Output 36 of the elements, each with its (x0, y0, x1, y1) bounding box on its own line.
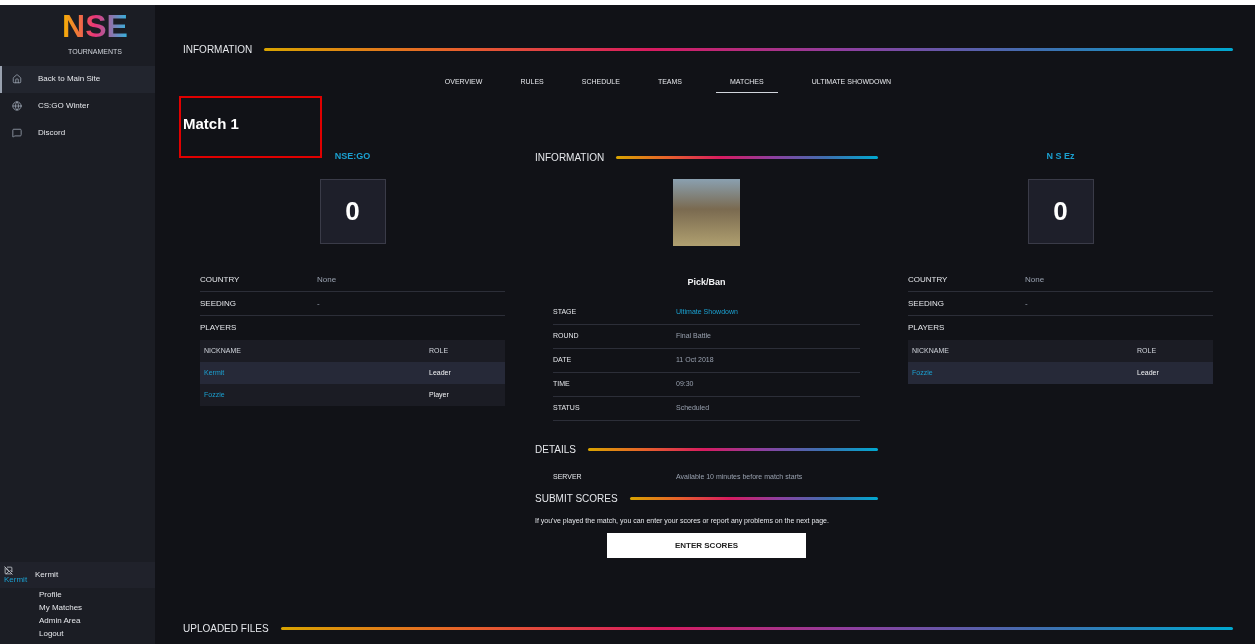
detail-value: None (317, 273, 337, 286)
score-box: 0 (319, 179, 386, 244)
match-title: Match 1 (183, 114, 239, 135)
nav-icon (12, 128, 22, 138)
section-heading: UPLOADED FILES (183, 622, 269, 636)
team-name[interactable]: NSE:GO (334, 149, 371, 163)
section-heading: INFORMATION (183, 43, 253, 57)
nav-icon (12, 101, 22, 111)
detail-label: COUNTRY (908, 273, 949, 286)
detail-value: - (1025, 297, 1028, 310)
detail-value: - (317, 297, 320, 310)
map-photo-placeholder (673, 178, 740, 246)
avatar-alt-text: Kermit (4, 575, 28, 584)
enter-scores-button[interactable]: ENTER SCORES (607, 533, 806, 558)
map-caption: Pick/Ban (687, 275, 726, 289)
broken-image-icon (4, 566, 13, 575)
team-name[interactable]: N S Ez (1046, 149, 1075, 163)
section-heading: DETAILS (535, 443, 576, 457)
nav-item[interactable]: Discord (0, 119, 155, 147)
user-menu-link[interactable]: Profile (39, 588, 62, 601)
user-menu-link[interactable]: Admin Area (39, 614, 81, 627)
nav-item[interactable]: CS:GO Winter (0, 92, 155, 120)
detail-label: SEEDING (908, 297, 945, 310)
nav-item[interactable]: Back to Main Site (0, 65, 155, 93)
user-menu-link[interactable]: Logout (39, 627, 64, 640)
detail-value: None (1025, 273, 1045, 286)
detail-label: COUNTRY (200, 273, 241, 286)
players-label: PLAYERS (200, 322, 237, 334)
user-name[interactable]: Kermit (35, 569, 59, 581)
detail-label: SEEDING (200, 297, 237, 310)
nav-icon (12, 74, 22, 84)
players-label: PLAYERS (908, 322, 945, 334)
user-menu-link[interactable]: My Matches (39, 601, 83, 614)
section-heading: INFORMATION (535, 150, 605, 165)
section-heading: SUBMIT SCORES (535, 492, 618, 506)
score-box: 0 (1027, 179, 1094, 244)
